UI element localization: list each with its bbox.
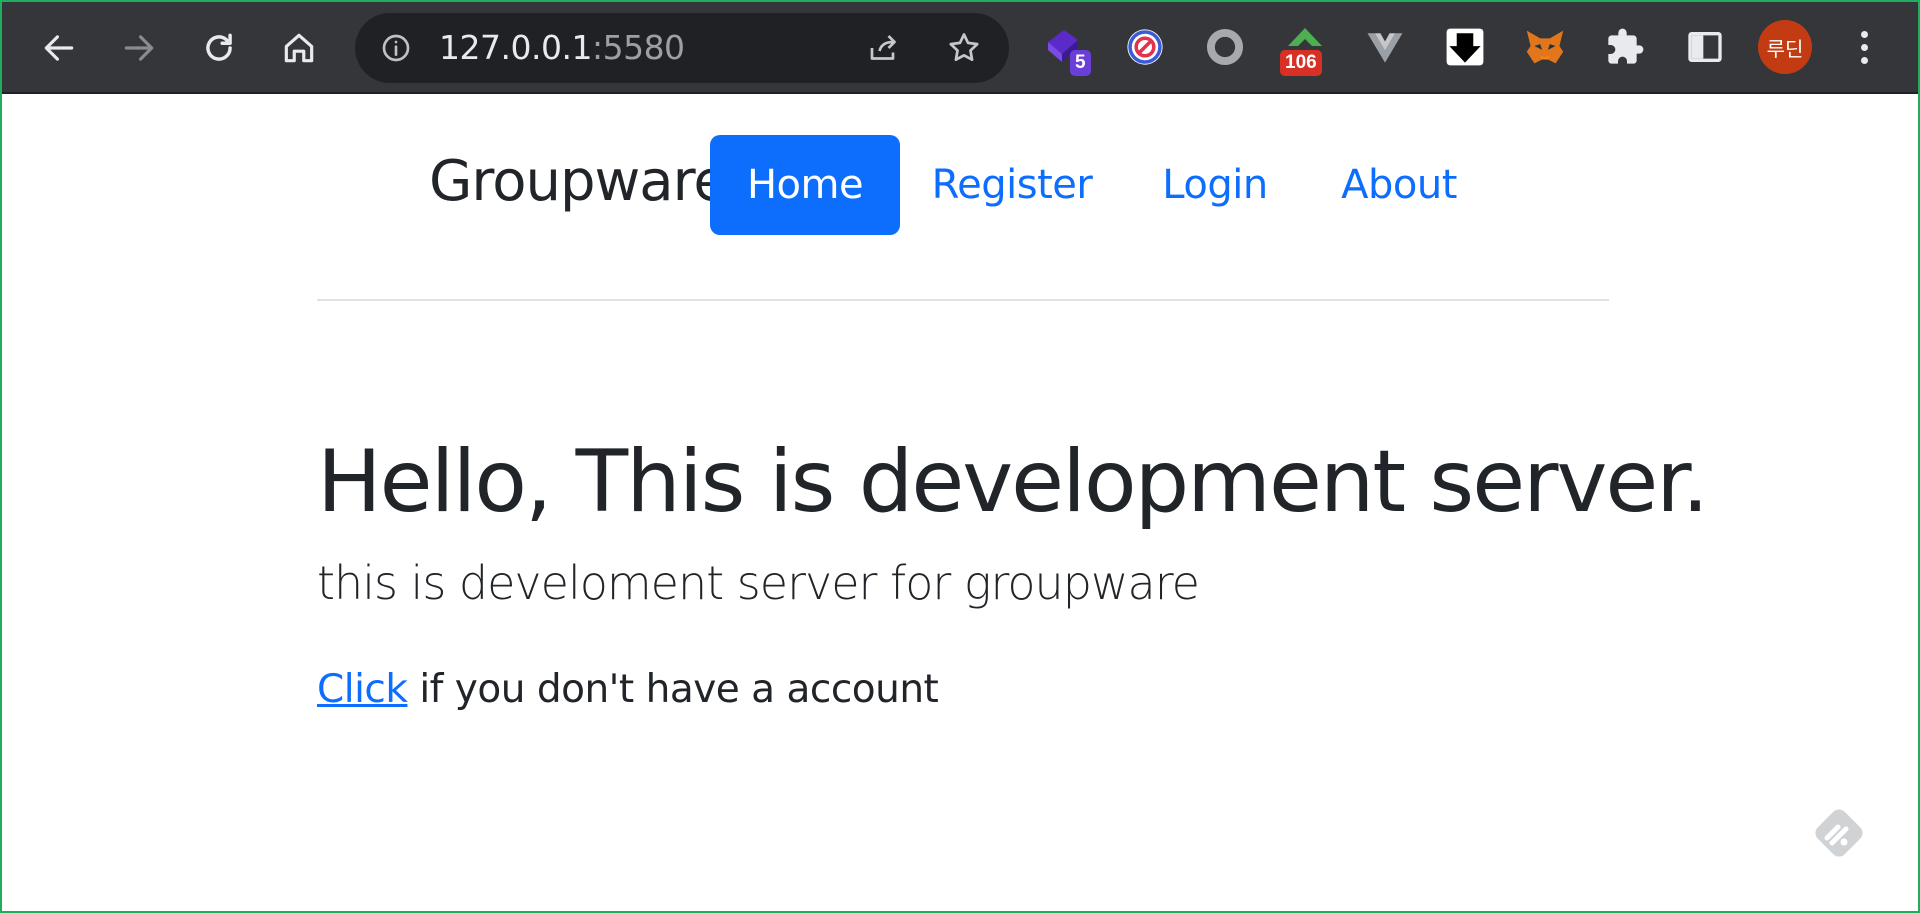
header-divider — [317, 299, 1609, 301]
nav-register[interactable]: Register — [920, 135, 1104, 235]
feedback-widget-icon[interactable] — [1808, 802, 1870, 864]
extension-purple-icon[interactable]: 5 — [1040, 22, 1091, 76]
extension-block-icon[interactable] — [1120, 22, 1170, 72]
side-panel-icon[interactable] — [1680, 22, 1730, 72]
hero-title: Hello, This is development server. — [317, 432, 1709, 532]
extension-metamask-icon[interactable] — [1520, 22, 1570, 72]
brand-title[interactable]: Groupware — [429, 148, 728, 216]
address-bar[interactable]: 127.0.0.1:5580 — [355, 13, 1009, 83]
extension-ring-icon[interactable] — [1200, 22, 1250, 72]
url-text: 127.0.0.1:5580 — [439, 29, 685, 67]
profile-avatar[interactable]: 루딘 — [1758, 20, 1812, 74]
browser-toolbar: 127.0.0.1:5580 5 106 루딘 — [2, 2, 1918, 94]
info-icon[interactable] — [377, 29, 415, 67]
url-host: 127.0.0.1 — [439, 28, 592, 67]
url-port: :5580 — [591, 28, 685, 67]
nav-about[interactable]: About — [1326, 135, 1472, 235]
home-icon[interactable] — [274, 20, 324, 76]
hero-lead: this is develoment server for groupware — [317, 556, 1200, 610]
kebab-menu-icon[interactable] — [1846, 22, 1882, 72]
nav-home[interactable]: Home — [710, 135, 900, 235]
register-link[interactable]: Click — [317, 667, 408, 712]
share-icon[interactable] — [863, 27, 905, 69]
extension-download-icon[interactable] — [1440, 22, 1490, 72]
extension-green-icon[interactable]: 106 — [1280, 22, 1330, 76]
hero-register-line: Click if you don't have a account — [317, 664, 939, 716]
back-arrow-icon[interactable] — [34, 20, 84, 76]
reload-icon[interactable] — [194, 20, 244, 76]
star-icon[interactable] — [943, 27, 985, 69]
hero-register-text: if you don't have a account — [407, 667, 939, 712]
extension-badge: 5 — [1070, 50, 1091, 76]
nav-login[interactable]: Login — [1124, 135, 1306, 235]
extension-vue-icon[interactable] — [1360, 22, 1410, 72]
extension-badge: 106 — [1280, 50, 1322, 76]
forward-arrow-icon[interactable] — [114, 20, 164, 76]
extensions-puzzle-icon[interactable] — [1600, 22, 1650, 72]
